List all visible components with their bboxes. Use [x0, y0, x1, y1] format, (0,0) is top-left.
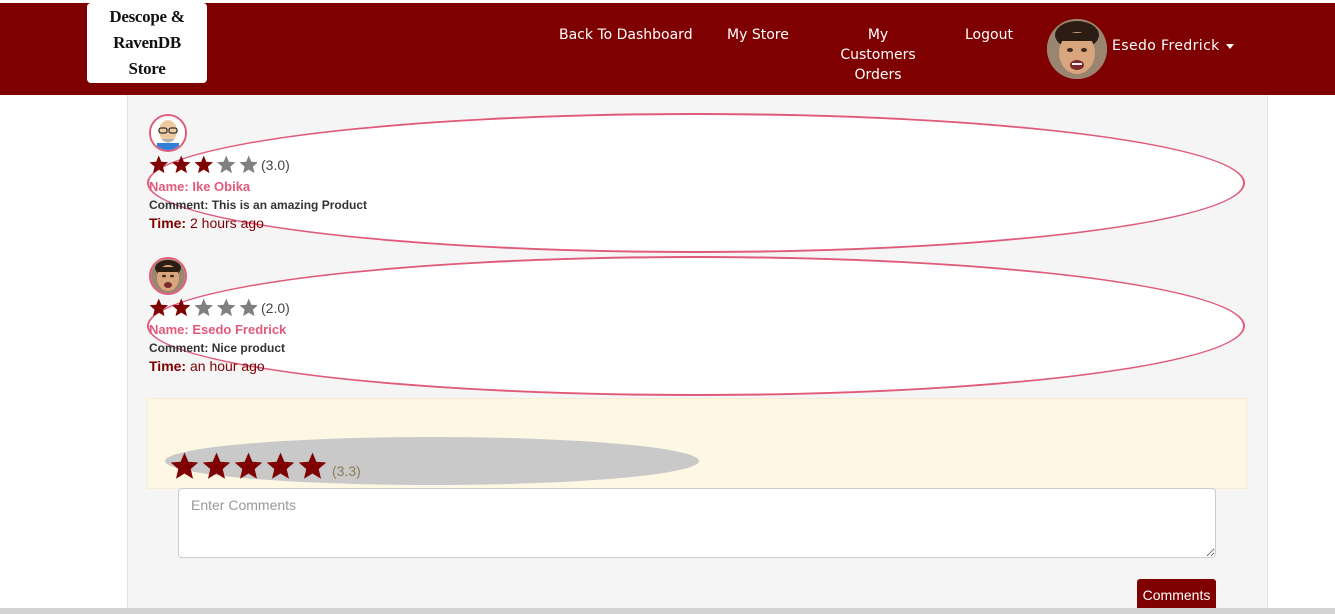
rating-input[interactable]: (3.3)	[170, 452, 361, 482]
nav-orders-line-1: My Customers	[840, 27, 916, 63]
time-label: Time:	[149, 215, 187, 231]
rating-input-value: (3.3)	[332, 463, 361, 479]
star-empty-icon	[216, 298, 236, 317]
reviewer-avatar-image	[151, 259, 185, 293]
star-filled-icon	[194, 155, 214, 174]
user-name: Esedo Fredrick	[1112, 38, 1220, 54]
review-comment: Comment: Nice product	[149, 341, 285, 355]
comment-input[interactable]	[178, 488, 1216, 558]
star-empty-icon	[239, 298, 257, 317]
navbar: Descope & RavenDB Store Back To Dashboar…	[0, 3, 1335, 95]
star-filled-icon	[149, 155, 169, 174]
horizontal-scrollbar[interactable]	[0, 608, 1335, 614]
review-card	[147, 113, 1245, 253]
rating-input-stars[interactable]	[170, 452, 328, 482]
star-filled-icon[interactable]	[170, 452, 199, 479]
review-card	[147, 256, 1245, 396]
user-avatar-image	[1047, 19, 1107, 79]
comment-text: This is an amazing Product	[211, 198, 368, 212]
star-empty-icon	[239, 155, 257, 174]
comment-label: Comment:	[149, 341, 209, 355]
reviewer-name: Name: Esedo Fredrick	[149, 322, 287, 337]
time-label: Time:	[149, 358, 187, 374]
brand-logo[interactable]: Descope & RavenDB Store	[87, 3, 207, 83]
review-rating-value: (3.0)	[261, 157, 290, 173]
user-avatar[interactable]	[1047, 19, 1107, 79]
reviewer-avatar	[149, 114, 187, 152]
caret-down-icon	[1225, 43, 1234, 49]
reviewer-name: Name: Ike Obika	[149, 179, 251, 194]
star-filled-icon	[171, 155, 191, 174]
star-filled-icon[interactable]	[234, 452, 263, 479]
brand-line-2: Store	[128, 59, 166, 78]
reviewer-avatar	[149, 257, 187, 295]
star-filled-icon	[149, 298, 169, 317]
nav-my-store[interactable]: My Store	[727, 25, 789, 45]
user-menu-toggle[interactable]: Esedo Fredrick	[1112, 38, 1234, 54]
star-filled-icon	[171, 298, 191, 317]
review-comment: Comment: This is an amazing Product	[149, 198, 367, 212]
review-rating: (3.0)	[149, 155, 290, 175]
brand-line-1: Descope & RavenDB	[109, 7, 185, 52]
star-filled-icon[interactable]	[298, 452, 327, 479]
review-rating-value: (2.0)	[261, 300, 290, 316]
review-time: Time: an hour ago	[149, 358, 265, 374]
comment-text: Nice product	[211, 341, 286, 355]
submit-comment-button[interactable]: Comments	[1137, 579, 1216, 610]
comment-label: Comment:	[149, 198, 209, 212]
review-rating: (2.0)	[149, 298, 290, 318]
review-stars	[149, 155, 257, 174]
star-filled-icon[interactable]	[266, 452, 295, 479]
nav-my-customers-orders[interactable]: My Customers Orders	[829, 25, 927, 85]
star-empty-icon	[216, 155, 236, 174]
time-value: 2 hours ago	[189, 215, 264, 231]
nav-orders-line-2: Orders	[854, 67, 902, 83]
star-filled-icon[interactable]	[202, 452, 231, 479]
reviewer-avatar-image	[151, 116, 185, 150]
review-stars	[149, 298, 257, 317]
nav-logout[interactable]: Logout	[965, 25, 1013, 45]
star-empty-icon	[194, 298, 214, 317]
review-time: Time: 2 hours ago	[149, 215, 264, 231]
nav-back-to-dashboard[interactable]: Back To Dashboard	[559, 25, 693, 45]
time-value: an hour ago	[189, 358, 265, 374]
